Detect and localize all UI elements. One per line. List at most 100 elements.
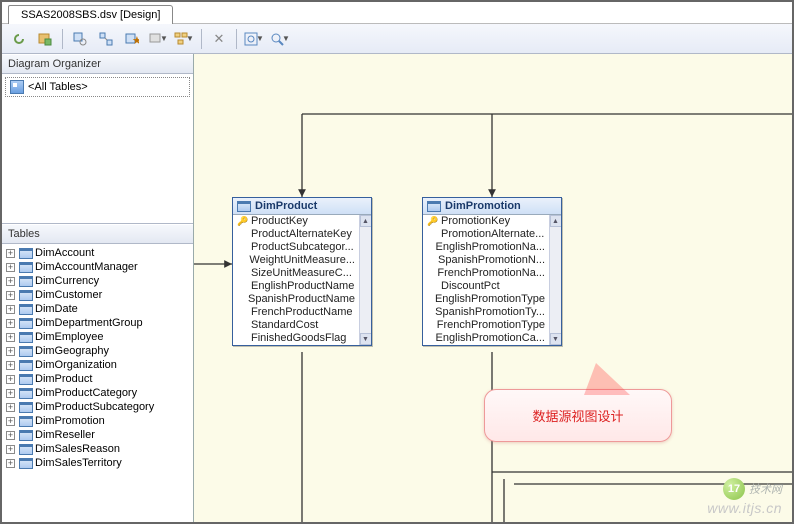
table-label: DimDepartmentGroup xyxy=(35,317,143,329)
column-row[interactable]: SizeUnitMeasureC... xyxy=(233,267,359,280)
table-item-dimgeography[interactable]: +DimGeography xyxy=(2,344,193,358)
table-item-dimpromotion[interactable]: +DimPromotion xyxy=(2,414,193,428)
expand-icon[interactable]: + xyxy=(6,375,15,384)
column-row[interactable]: SpanishProductName xyxy=(233,293,359,306)
column-row[interactable]: EnglishPromotionCa... xyxy=(423,332,549,345)
column-row[interactable]: EnglishPromotionNa... xyxy=(423,241,549,254)
zoom-icon[interactable]: ▼ xyxy=(269,28,291,50)
table-item-dimcustomer[interactable]: + DimCustomer xyxy=(2,288,193,302)
table-item-dimreseller[interactable]: + DimReseller xyxy=(2,428,193,442)
table-icon xyxy=(19,346,33,357)
column-row[interactable]: 🔑PromotionKey xyxy=(423,215,549,228)
expand-icon[interactable]: + xyxy=(6,459,15,468)
expand-icon[interactable]: + xyxy=(6,319,15,328)
table-icon xyxy=(427,201,441,212)
watermark-badge: 17 xyxy=(723,478,745,500)
named-query-icon[interactable]: ★ xyxy=(121,28,143,50)
column-row[interactable]: EnglishPromotionType xyxy=(423,293,549,306)
zoom-fit-icon[interactable]: ▼ xyxy=(243,28,265,50)
table-item-dimorganization[interactable]: +DimOrganization xyxy=(2,358,193,372)
new-table-icon[interactable] xyxy=(34,28,56,50)
column-row[interactable]: StandardCost xyxy=(233,319,359,332)
scroll-down-icon[interactable]: ▼ xyxy=(360,333,372,345)
table-label: DimCustomer xyxy=(35,289,102,301)
table-item-dimcurrency[interactable]: +DimCurrency xyxy=(2,274,193,288)
table-item-dimaccount[interactable]: +DimAccount xyxy=(2,246,193,260)
entity-scrollbar[interactable]: ▲▼ xyxy=(549,215,561,345)
diagram-organizer-body[interactable]: <All Tables> xyxy=(2,74,193,224)
table-item-dimproductcategory[interactable]: + DimProductCategory xyxy=(2,386,193,400)
expand-icon[interactable]: + xyxy=(6,291,15,300)
column-name: SpanishProductName xyxy=(248,293,355,306)
entity-scrollbar[interactable]: ▲▼ xyxy=(359,215,371,345)
find-icon[interactable] xyxy=(69,28,91,50)
scroll-down-icon[interactable]: ▼ xyxy=(550,333,562,345)
svg-text:★: ★ xyxy=(132,35,139,46)
expand-icon[interactable]: + xyxy=(6,277,15,286)
column-row[interactable]: ProductAlternateKey xyxy=(233,228,359,241)
design-canvas[interactable]: DimProduct🔑ProductKeyProductAlternateKey… xyxy=(194,54,792,522)
delete-icon[interactable]: ✕ xyxy=(208,28,230,50)
table-label: DimProduct xyxy=(35,373,92,385)
column-row[interactable]: FinishedGoodsFlag xyxy=(233,332,359,345)
note-icon[interactable]: ▼ xyxy=(147,28,169,50)
diagram-icon xyxy=(10,80,24,94)
column-name: EnglishPromotionType xyxy=(435,293,545,306)
table-icon xyxy=(19,304,33,315)
tables-tree[interactable]: +DimAccount+DimAccountManager+DimCurrenc… xyxy=(2,244,193,522)
column-row[interactable]: SpanishPromotionTy... xyxy=(423,306,549,319)
table-icon xyxy=(19,444,33,455)
column-name: FinishedGoodsFlag xyxy=(251,332,346,345)
table-item-dimsalesterritory[interactable]: +DimSalesTerritory xyxy=(2,456,193,470)
column-row[interactable]: PromotionAlternate... xyxy=(423,228,549,241)
relationship-icon[interactable] xyxy=(95,28,117,50)
entity-dimpromotion[interactable]: DimPromotion🔑PromotionKeyPromotionAltern… xyxy=(422,197,562,346)
entity-dimproduct[interactable]: DimProduct🔑ProductKeyProductAlternateKey… xyxy=(232,197,372,346)
column-name: FrenchProductName xyxy=(251,306,353,319)
table-item-dimproduct[interactable]: + DimProduct xyxy=(2,372,193,386)
expand-icon[interactable]: + xyxy=(6,403,15,412)
expand-icon[interactable]: + xyxy=(6,417,15,426)
table-item-dimemployee[interactable]: +DimEmployee xyxy=(2,330,193,344)
column-row[interactable]: FrenchProductName xyxy=(233,306,359,319)
column-name: SizeUnitMeasureC... xyxy=(251,267,352,280)
expand-icon[interactable]: + xyxy=(6,305,15,314)
column-name: PromotionKey xyxy=(441,215,510,228)
expand-icon[interactable]: + xyxy=(6,445,15,454)
table-item-dimaccountmanager[interactable]: +DimAccountManager xyxy=(2,260,193,274)
column-row[interactable]: DiscountPct xyxy=(423,280,549,293)
refresh-icon[interactable] xyxy=(8,28,30,50)
column-row[interactable]: SpanishPromotionN... xyxy=(423,254,549,267)
column-row[interactable]: EnglishProductName xyxy=(233,280,359,293)
expand-icon[interactable]: + xyxy=(6,389,15,398)
table-item-dimproductsubcategory[interactable]: +DimProductSubcategory xyxy=(2,400,193,414)
scroll-up-icon[interactable]: ▲ xyxy=(550,215,562,227)
entity-header[interactable]: DimProduct xyxy=(233,198,371,215)
table-item-dimdate[interactable]: +DimDate xyxy=(2,302,193,316)
column-row[interactable]: FrenchPromotionType xyxy=(423,319,549,332)
dsv-design-tab[interactable]: SSAS2008SBS.dsv [Design] xyxy=(8,5,173,24)
column-row[interactable]: WeightUnitMeasure... xyxy=(233,254,359,267)
column-name: FrenchPromotionNa... xyxy=(437,267,545,280)
scroll-up-icon[interactable]: ▲ xyxy=(360,215,372,227)
column-name: ProductKey xyxy=(251,215,308,228)
table-item-dimdepartmentgroup[interactable]: + DimDepartmentGroup xyxy=(2,316,193,330)
column-row[interactable]: ProductSubcategor... xyxy=(233,241,359,254)
expand-icon[interactable]: + xyxy=(6,263,15,272)
column-row[interactable]: 🔑ProductKey xyxy=(233,215,359,228)
table-item-dimsalesreason[interactable]: +DimSalesReason xyxy=(2,442,193,456)
table-label: DimProductCategory xyxy=(35,387,137,399)
organizer-item-all-tables[interactable]: <All Tables> xyxy=(6,78,189,96)
expand-icon[interactable]: + xyxy=(6,347,15,356)
column-name: EnglishPromotionNa... xyxy=(436,241,545,254)
table-icon xyxy=(19,290,33,301)
column-row[interactable]: FrenchPromotionNa... xyxy=(423,267,549,280)
expand-icon[interactable]: + xyxy=(6,361,15,370)
arrange-icon[interactable]: ▼ xyxy=(173,28,195,50)
table-label: DimReseller xyxy=(35,429,95,441)
expand-icon[interactable]: + xyxy=(6,249,15,258)
column-name: WeightUnitMeasure... xyxy=(249,254,355,267)
expand-icon[interactable]: + xyxy=(6,333,15,342)
entity-header[interactable]: DimPromotion xyxy=(423,198,561,215)
expand-icon[interactable]: + xyxy=(6,431,15,440)
